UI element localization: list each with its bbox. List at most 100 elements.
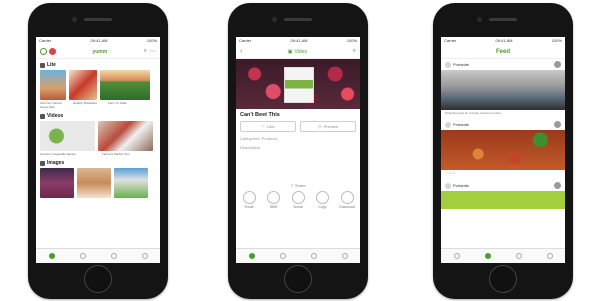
- tab-home-icon[interactable]: [48, 253, 55, 259]
- home-button[interactable]: [284, 265, 312, 293]
- share-email-button[interactable]: Email: [238, 191, 260, 209]
- share-sms-button[interactable]: SMS: [263, 191, 285, 209]
- images-icon: [40, 160, 45, 166]
- caption: Summer Fitness Game Plan: [40, 101, 62, 109]
- battery: 100%: [551, 38, 562, 43]
- thumb-farm[interactable]: [100, 70, 150, 100]
- share-download-button[interactable]: Download: [336, 191, 358, 209]
- share-item-label: Copy: [318, 205, 327, 209]
- more-icon[interactable]: ⋯: [150, 48, 156, 55]
- post-image-stretch[interactable]: [441, 70, 565, 110]
- thumb-image-3[interactable]: [114, 168, 148, 198]
- share-item-label: Email: [244, 205, 254, 209]
- video-navbar: ‹ ▣ Video ⌕: [236, 45, 360, 59]
- like-icon: ♡: [261, 124, 266, 129]
- status-bar: Carrier 09:41 AM 100%: [36, 37, 160, 45]
- post-author: Portanite: [453, 122, 470, 127]
- videos-icon: [40, 113, 45, 119]
- email-icon: [242, 191, 256, 204]
- tab-upload-icon[interactable]: [515, 253, 522, 259]
- section-title: Images: [47, 160, 65, 166]
- tab-bar: [36, 248, 160, 263]
- tab-feed-icon[interactable]: [279, 253, 286, 259]
- home-screen: Carrier 09:41 AM 100% yumm ⌕ ⋯ Lite Summ…: [36, 37, 160, 263]
- lite-icon: [40, 62, 45, 68]
- preview-button[interactable]: ◷ Preview: [300, 121, 356, 132]
- speaker: [489, 18, 517, 21]
- share-label: Share: [294, 183, 306, 188]
- feed-screen: Carrier 09:41 AM 100% Feed Portanite Str…: [441, 37, 565, 263]
- search-icon[interactable]: ⌕: [144, 48, 147, 55]
- post-options-icon[interactable]: [554, 61, 561, 68]
- back-chevron-icon[interactable]: ‹: [240, 48, 242, 55]
- hero-image[interactable]: [236, 59, 360, 109]
- tab-upload-icon[interactable]: [310, 253, 317, 259]
- tab-upload-icon[interactable]: [110, 253, 117, 259]
- tab-bar: [236, 248, 360, 263]
- carrier: Carrier: [239, 38, 252, 43]
- phone-home: Carrier 09:41 AM 100% yumm ⌕ ⋯ Lite Summ…: [28, 3, 168, 299]
- product-box: [284, 67, 314, 103]
- post-author: Portanite: [453, 62, 470, 67]
- like-label: Like: [267, 124, 275, 129]
- avatar: [445, 121, 451, 128]
- tab-feed-icon[interactable]: [484, 253, 491, 259]
- post-image-stew[interactable]: [441, 130, 565, 170]
- thumb-video-1[interactable]: [40, 121, 95, 151]
- share-social-button[interactable]: Social: [287, 191, 309, 209]
- action-buttons: ♡ Like ◷ Preview: [236, 121, 360, 132]
- video-thumbs: [36, 121, 160, 151]
- home-button[interactable]: [489, 265, 517, 293]
- post-image-green[interactable]: [441, 191, 565, 209]
- feed-navbar: Feed: [441, 45, 565, 59]
- caption: Gourmet Vegetable Recipe: [40, 152, 77, 156]
- post-author: Portanite: [453, 183, 470, 188]
- nav-title: Video: [294, 48, 308, 55]
- thumb-image-2[interactable]: [77, 168, 111, 198]
- share-copy-button[interactable]: Copy: [312, 191, 334, 209]
- share-row: Email SMS Social Copy Download: [238, 191, 358, 209]
- description-field: Description: [240, 145, 261, 150]
- carrier: Carrier: [444, 38, 457, 43]
- thumb-image-1[interactable]: [40, 168, 74, 198]
- thumb-breakfast[interactable]: [69, 70, 97, 100]
- copy-icon: [316, 191, 329, 204]
- section-title: Videos: [47, 113, 64, 119]
- menu-icon[interactable]: [40, 48, 47, 55]
- post-options-icon[interactable]: [554, 182, 561, 189]
- home-navbar: yumm ⌕ ⋯: [36, 45, 160, 59]
- thumb-fitness[interactable]: [40, 70, 66, 100]
- download-icon: [340, 191, 354, 204]
- post-reactions: ♡ ☺ ☐: [445, 171, 456, 175]
- speaker: [84, 18, 112, 21]
- brand-logo: yumm: [92, 48, 108, 55]
- tab-settings-icon[interactable]: [341, 253, 348, 259]
- tab-settings-icon[interactable]: [141, 253, 148, 259]
- caption: Farmers Market Tour: [102, 152, 130, 156]
- avatar: [445, 182, 451, 189]
- feed-post-header: Portanite: [441, 180, 565, 191]
- video-icon: ▣: [287, 48, 293, 55]
- tab-settings-icon[interactable]: [546, 253, 553, 259]
- home-button[interactable]: [84, 265, 112, 293]
- tab-feed-icon[interactable]: [79, 253, 86, 259]
- status-time: 09:41 AM: [90, 38, 108, 43]
- section-images: Images: [36, 157, 160, 168]
- tab-home-icon[interactable]: [453, 253, 460, 259]
- like-button[interactable]: ♡ Like: [240, 121, 296, 132]
- search-icon[interactable]: ⌕: [353, 48, 356, 55]
- share-item-label: Download: [339, 205, 355, 209]
- flag-icon[interactable]: [49, 48, 56, 55]
- share-item-label: Social: [293, 205, 303, 209]
- thumb-video-2[interactable]: [98, 121, 153, 151]
- image-thumbs: [36, 168, 160, 198]
- camera: [72, 17, 77, 22]
- post-options-icon[interactable]: [554, 121, 561, 128]
- camera: [477, 17, 482, 22]
- section-videos: Videos: [36, 110, 160, 121]
- item-title: Can't Beet This: [240, 112, 280, 118]
- phone-video: Carrier 09:41 AM 100% ‹ ▣ Video ⌕ Can't …: [228, 3, 368, 299]
- section-title: Lite: [47, 62, 56, 68]
- tab-home-icon[interactable]: [248, 253, 255, 259]
- share-item-label: SMS: [269, 205, 278, 209]
